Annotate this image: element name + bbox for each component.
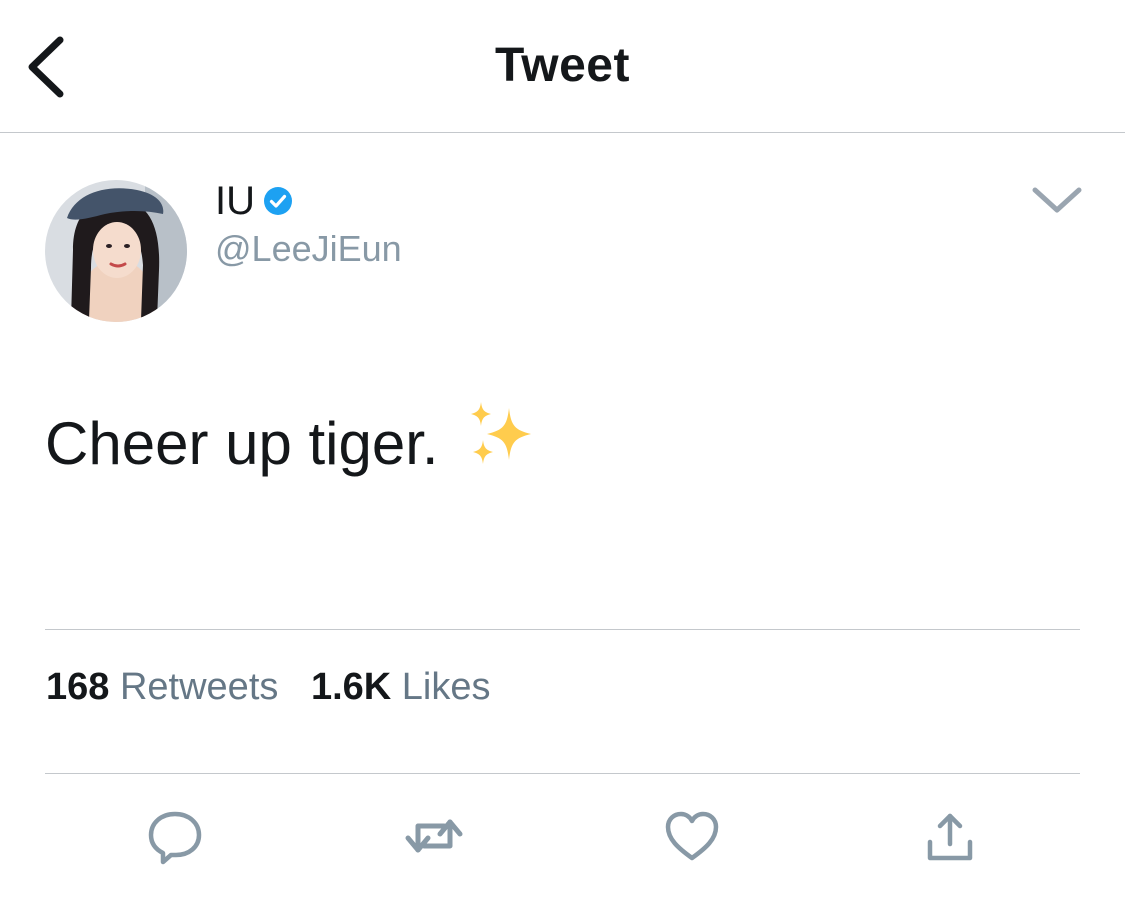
top-bar: Tweet: [0, 0, 1125, 133]
verified-badge-icon: [264, 187, 292, 215]
retweets-count[interactable]: 168: [46, 666, 109, 708]
share-icon[interactable]: [920, 806, 980, 866]
avatar[interactable]: [45, 180, 187, 322]
chevron-down-icon[interactable]: [1030, 182, 1084, 218]
author-handle[interactable]: @LeeJiEun: [215, 228, 402, 270]
divider: [45, 629, 1080, 630]
sparkles-icon: [471, 402, 532, 464]
divider: [45, 773, 1080, 774]
retweets-label[interactable]: Retweets: [120, 666, 278, 708]
author-name-row[interactable]: IU: [215, 176, 293, 226]
retweet-icon[interactable]: [404, 806, 464, 866]
tweet-text-content: Cheer up tiger.: [45, 410, 439, 477]
likes-count[interactable]: 1.6K: [311, 666, 391, 708]
tweet-stats: 168 Retweets 1.6K Likes: [46, 666, 491, 709]
likes-label[interactable]: Likes: [402, 666, 491, 708]
page-title: Tweet: [495, 39, 630, 92]
author-name: IU: [215, 178, 255, 223]
reply-icon[interactable]: [145, 806, 205, 866]
tweet-text: Cheer up tiger.: [45, 398, 537, 478]
like-icon[interactable]: [662, 806, 722, 866]
